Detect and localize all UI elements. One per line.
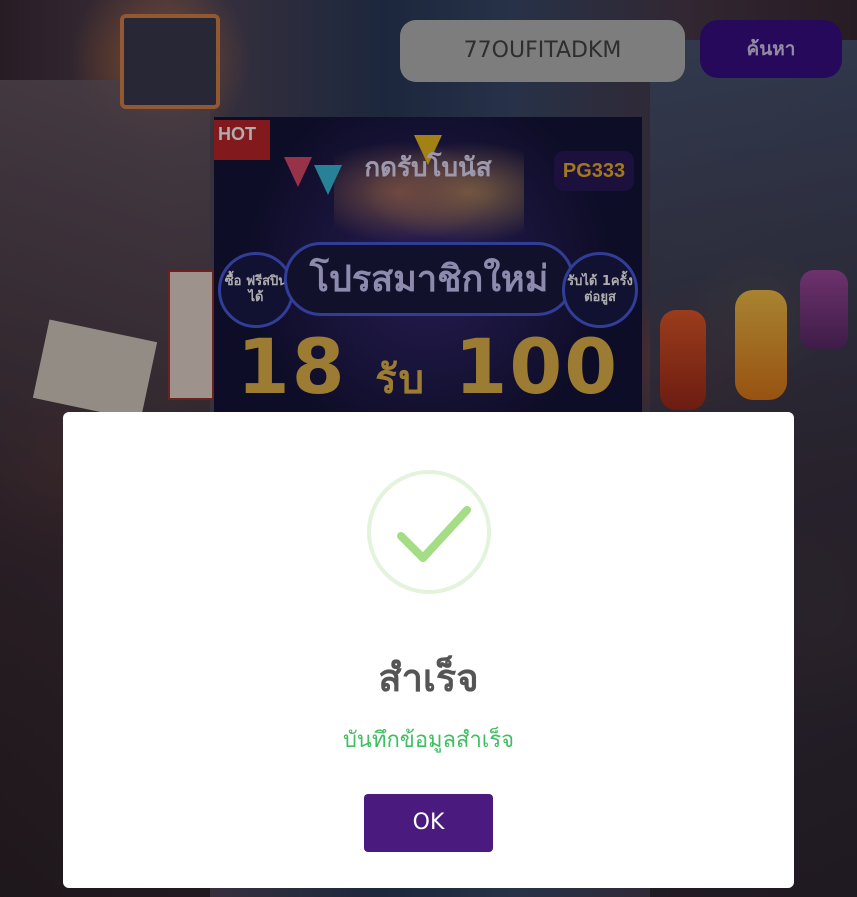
check-icon — [397, 506, 471, 562]
success-icon-ring — [367, 470, 491, 594]
dialog-title: สำเร็จ — [378, 656, 479, 700]
dialog-message: บันทึกข้อมูลสำเร็จ — [342, 728, 515, 753]
ok-button[interactable]: OK — [364, 794, 493, 852]
success-dialog: สำเร็จ บันทึกข้อมูลสำเร็จ OK — [63, 412, 794, 888]
